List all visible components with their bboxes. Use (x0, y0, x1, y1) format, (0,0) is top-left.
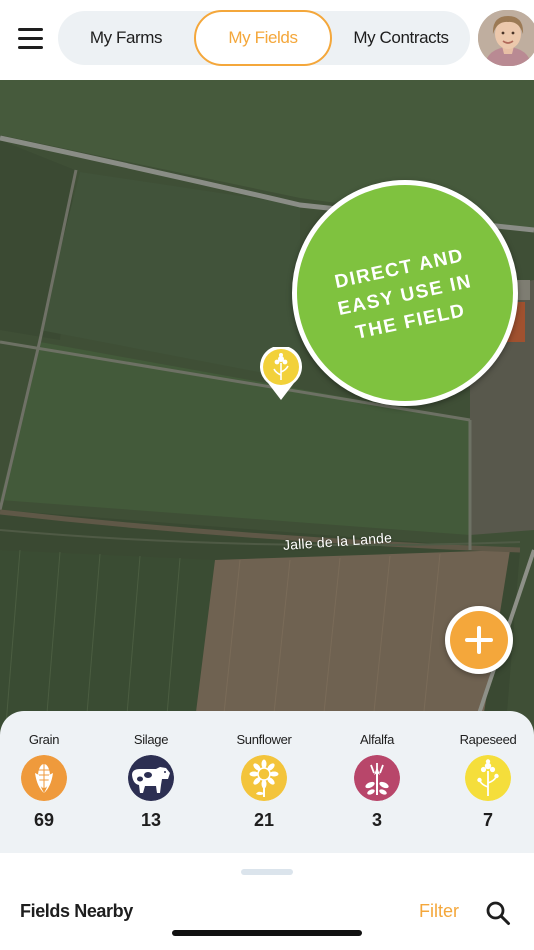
crop-item-alfalfa[interactable]: Alfalfa 3 (327, 711, 427, 856)
crop-summary-panel: Grain 69 Silage 13 Sunflower 21 Alfalfa … (0, 711, 534, 856)
satellite-imagery (0, 80, 534, 800)
rapeseed-icon (465, 755, 511, 801)
cow-icon (128, 755, 174, 801)
top-bar: My Farms My Fields My Contracts (0, 0, 534, 80)
field-map-pin[interactable] (259, 347, 303, 401)
sunflower-icon (241, 755, 287, 801)
crop-item-rapeseed[interactable]: Rapeseed 7 (438, 711, 534, 856)
crop-count: 3 (371, 810, 382, 830)
map-view[interactable]: Jalle de la Lande DIRECT AND EASY USE IN… (0, 80, 534, 800)
plus-icon (450, 611, 508, 669)
filter-button[interactable]: Filter (419, 901, 459, 922)
crop-item-grain[interactable]: Grain 69 (0, 711, 94, 856)
crop-count: 21 (253, 810, 275, 830)
crop-count: 69 (33, 810, 55, 830)
crop-count: 13 (140, 810, 162, 830)
alfalfa-icon (354, 755, 400, 801)
tab-my-farms[interactable]: My Farms (58, 11, 194, 65)
crop-label: Sunflower (236, 732, 292, 747)
home-indicator (172, 930, 362, 936)
bottom-sheet: Fields Nearby Filter (0, 853, 534, 950)
fields-nearby-title: Fields Nearby (20, 901, 133, 921)
crop-label: Rapeseed (459, 732, 517, 747)
add-field-button[interactable] (445, 606, 513, 674)
crop-label: Silage (133, 732, 169, 747)
tab-my-fields[interactable]: My Fields (194, 10, 332, 66)
tab-my-contracts[interactable]: My Contracts (332, 11, 470, 65)
sheet-drag-handle[interactable] (241, 869, 293, 875)
segmented-tabs: My Farms My Fields My Contracts (58, 10, 470, 66)
crop-item-silage[interactable]: Silage 13 (101, 711, 201, 856)
user-avatar[interactable] (478, 10, 534, 66)
crop-item-sunflower[interactable]: Sunflower 21 (214, 711, 314, 856)
search-icon[interactable] (485, 900, 511, 926)
crop-label: Alfalfa (359, 732, 395, 747)
crop-count: 7 (482, 810, 493, 830)
hamburger-menu-icon[interactable] (18, 28, 44, 50)
corn-icon (21, 755, 67, 801)
crop-label: Grain (28, 732, 60, 747)
promo-badge: DIRECT AND EASY USE IN THE FIELD (292, 180, 518, 406)
